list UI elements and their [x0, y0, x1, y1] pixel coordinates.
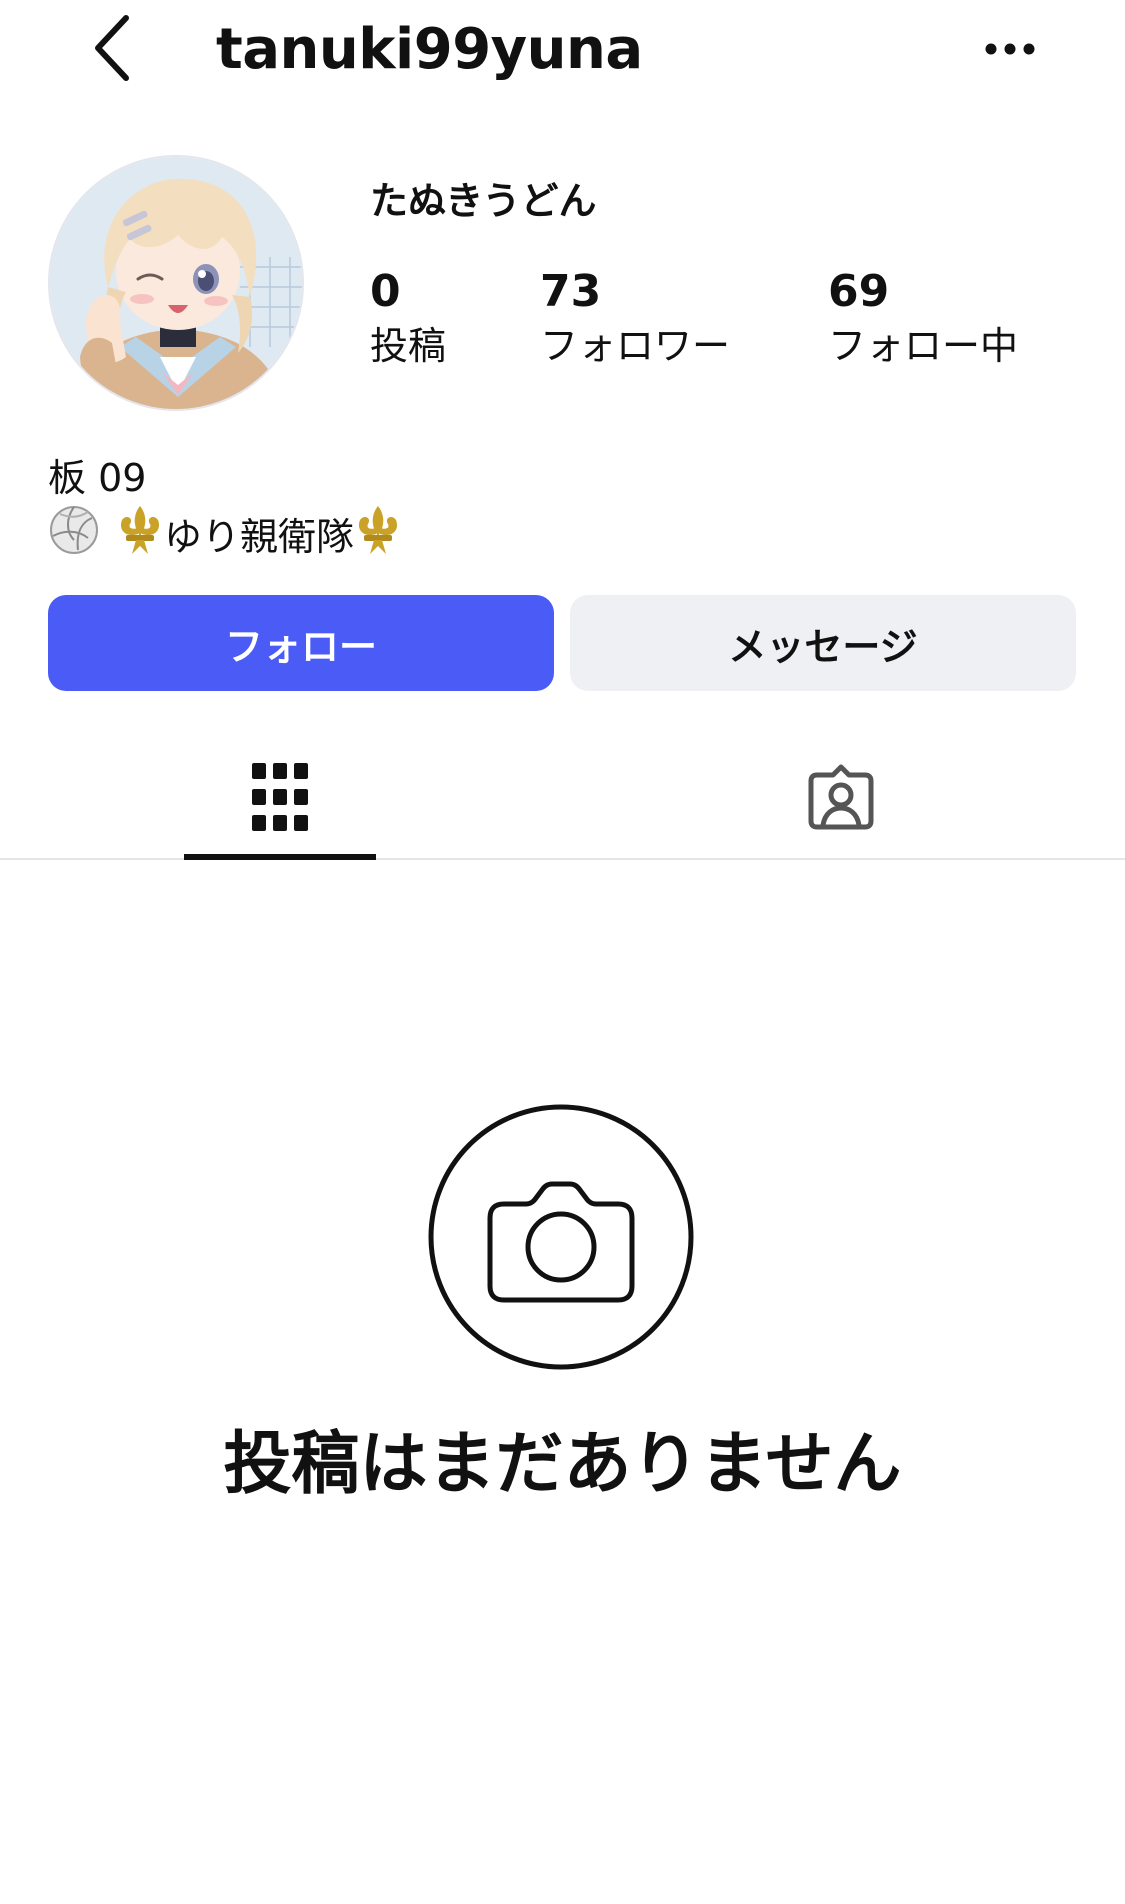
more-horizontal-icon	[984, 41, 1036, 60]
following-label: フォロー中	[828, 324, 1019, 368]
followers-label: フォロワー	[540, 324, 731, 368]
posts-count-stat: 0 投稿	[370, 266, 446, 370]
tab-posts-grid[interactable]	[184, 740, 376, 858]
following-count: 69	[828, 266, 890, 317]
posts-label: 投稿	[370, 324, 447, 368]
fleur-de-lis-icon	[116, 504, 164, 569]
volleyball-emoji-icon	[48, 504, 100, 569]
message-button[interactable]: メッセージ	[570, 595, 1076, 691]
chevron-left-icon	[92, 14, 132, 86]
grid-icon	[252, 763, 308, 835]
profile-bio: 板 09 ゆり親衛隊	[48, 452, 402, 569]
profile-tabs	[0, 740, 1125, 860]
camera-icon	[428, 1104, 694, 1370]
fleur-de-lis-icon	[354, 504, 402, 569]
more-options-button[interactable]	[975, 20, 1045, 80]
back-button[interactable]	[82, 10, 142, 90]
active-tab-indicator	[184, 854, 376, 860]
username-title: tanuki99yuna	[216, 17, 643, 82]
profile-header: tanuki99yuna	[0, 0, 1125, 100]
following-stat[interactable]: 69 フォロー中	[828, 266, 1018, 370]
bio-line-2-text: ゆり親衛隊	[164, 514, 355, 559]
tab-tagged[interactable]	[745, 740, 937, 858]
followers-stat[interactable]: 73 フォロワー	[540, 266, 730, 370]
profile-avatar[interactable]	[48, 155, 304, 411]
display-name: たぬきうどん	[370, 179, 597, 223]
followers-count: 73	[540, 266, 602, 317]
follow-button[interactable]: フォロー	[48, 595, 554, 691]
empty-posts-message: 投稿はまだありません	[223, 1425, 902, 1504]
tagged-person-icon	[807, 763, 875, 835]
posts-count: 0	[370, 266, 401, 317]
bio-line-1: 板 09	[48, 456, 147, 500]
bio-line-2: ゆり親衛隊	[48, 504, 402, 569]
